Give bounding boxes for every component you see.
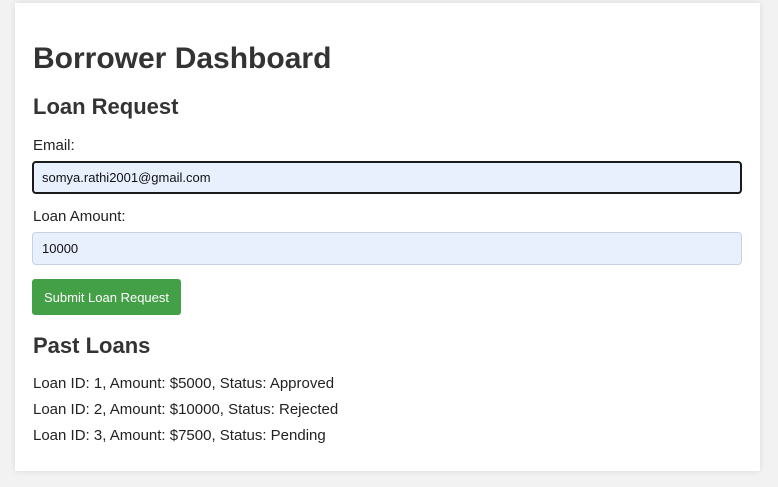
list-item: Loan ID: 2, Amount: $10000, Status: Reje… xyxy=(33,401,339,418)
list-item: Loan ID: 1, Amount: $5000, Status: Appro… xyxy=(33,375,335,392)
dashboard-card: Borrower Dashboard Loan Request Email: L… xyxy=(15,3,760,471)
submit-loan-request-button[interactable]: Submit Loan Request xyxy=(32,279,181,315)
past-loans-list: Loan ID: 1, Amount: $5000, Status: Appro… xyxy=(33,375,338,453)
loan-request-heading: Loan Request xyxy=(33,94,179,119)
page-title: Borrower Dashboard xyxy=(33,42,332,75)
list-item: Loan ID: 3, Amount: $7500, Status: Pendi… xyxy=(33,427,326,444)
email-input[interactable] xyxy=(32,161,742,194)
loan-amount-input[interactable] xyxy=(32,232,742,265)
email-label: Email: xyxy=(33,137,75,154)
loan-amount-label: Loan Amount: xyxy=(33,208,126,225)
past-loans-heading: Past Loans xyxy=(33,333,151,358)
